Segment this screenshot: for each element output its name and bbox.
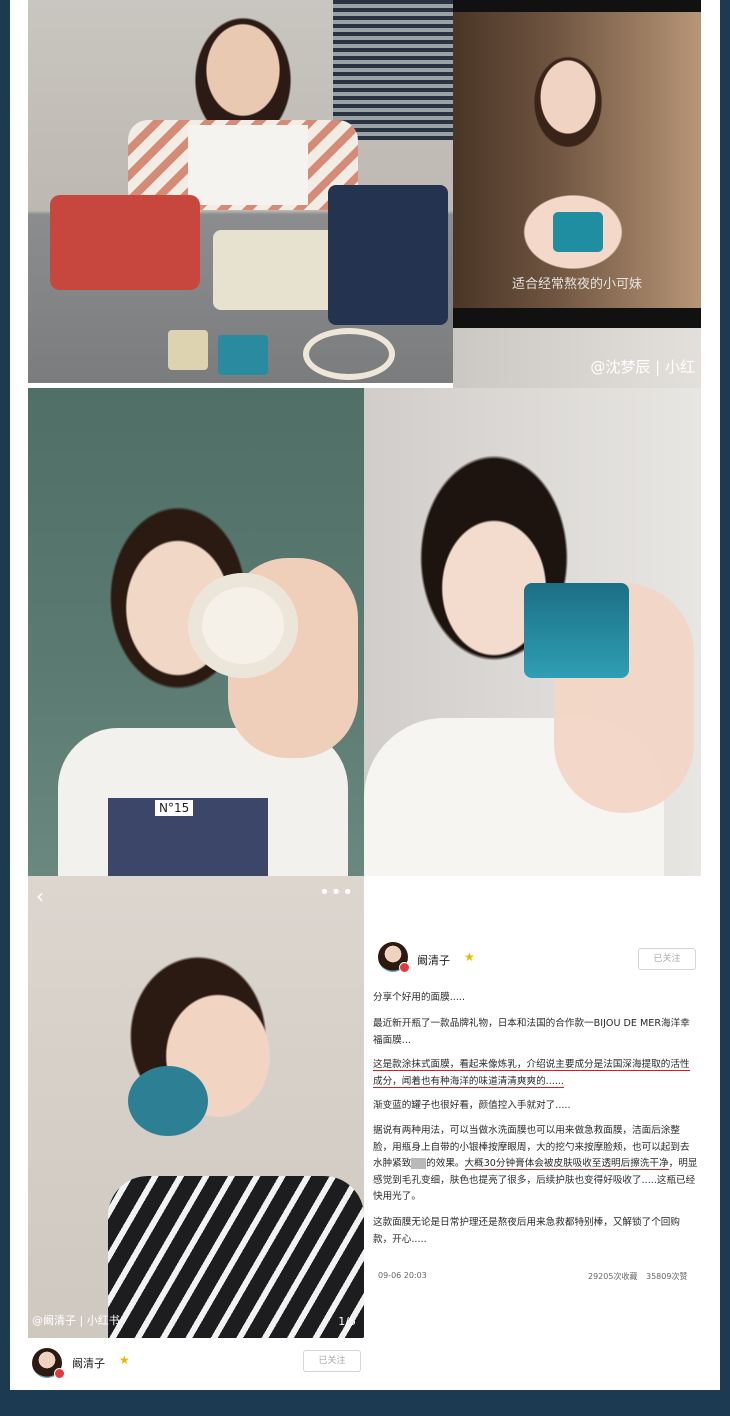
like-count[interactable]: 35809次赞 <box>646 1271 687 1282</box>
post-paragraph-3: 这是款涂抹式面膜，看起来像炼乳，介绍说主要成分是法国深海提取的活性成分，闻着也有… <box>373 1057 698 1090</box>
blurred-text: ▇▇ <box>411 1158 427 1169</box>
underlined-text: 这是款涂抹式面膜，看起来像炼乳，介绍说主要成分是法国深海提取的活性成分，闻着也有… <box>373 1059 690 1088</box>
post-date: 09-06 20:03 <box>378 1271 427 1280</box>
blue-mask-jar <box>524 583 629 678</box>
red-cosmetic-bag <box>50 195 200 290</box>
tshirt-print-text: N°15 <box>155 800 194 816</box>
white-ring-case <box>303 328 395 380</box>
post-text: 的效果。 <box>426 1158 465 1169</box>
photo-strip: @沈梦辰 | 小红 <box>453 328 701 388</box>
post-paragraph-1: 分享个好用的面膜..... <box>373 992 465 1003</box>
white-shirt <box>188 125 308 205</box>
back-chevron-icon[interactable]: ‹ <box>36 884 44 908</box>
photo-post-image: ‹ ••• @阚清子 | 小红书 1/5 <box>28 876 364 1338</box>
post-paragraph-4: 渐变蓝的罐子也很好看，颜值控入手就对了..... <box>373 1100 571 1111</box>
watermark: @沈梦辰 | 小红 <box>590 358 695 376</box>
author-name[interactable]: 阚清子 <box>417 952 450 968</box>
photo-background <box>453 12 701 308</box>
open-mask-jar <box>188 573 298 678</box>
post-paragraph-5: 据说有两种用法，可以当做水洗面膜也可以用来做急救面膜，洁面后涂整脸，用瓶身上自带… <box>373 1123 698 1206</box>
photo-girl-with-open-jar: N°15 <box>28 388 364 876</box>
window-blind <box>333 0 453 140</box>
image-page-indicator: 1/5 <box>338 1315 356 1328</box>
cream-jar <box>168 330 208 370</box>
verified-badge-icon <box>399 962 410 973</box>
star-badge-icon: ★ <box>119 1353 130 1367</box>
blue-mask-jar <box>553 212 603 252</box>
photo-video-screenshot: 适合经常熬夜的小可妹 <box>453 0 701 328</box>
blue-mask-jar <box>218 335 268 375</box>
striped-jacket <box>108 1176 364 1338</box>
watermark: @阚清子 | 小红书 <box>32 1314 120 1327</box>
collect-count[interactable]: 29205次收藏 <box>588 1271 637 1282</box>
video-caption: 适合经常熬夜的小可妹 <box>511 277 642 292</box>
follow-button[interactable]: 已关注 <box>303 1350 361 1372</box>
photo-actress-with-bags <box>28 0 453 383</box>
star-badge-icon: ★ <box>464 950 475 964</box>
more-options-icon[interactable]: ••• <box>319 882 354 903</box>
navy-cosmetic-bag <box>328 185 448 325</box>
post-paragraph-2: 最近新开瓶了一款品牌礼物，日本和法国的合作款一BIJOU DE MER海洋幸福面… <box>373 1018 690 1046</box>
post-paragraph-6: 这款面膜无论是日常护理还是熬夜后用来急救都特别棒，又解锁了个回购款，开心....… <box>373 1217 680 1245</box>
bottom-profile-bar: 阚清子 ★ 已关注 <box>28 1338 364 1386</box>
verified-badge-icon <box>54 1368 65 1379</box>
photo-girl-with-blue-jar <box>364 388 701 876</box>
underlined-text: 大概30分钟膏体会被皮肤吸收至透明后擦洗干净 <box>464 1158 669 1170</box>
blue-mask-jar <box>128 1066 208 1136</box>
post-panel: 阚清子 ★ 已关注 分享个好用的面膜..... 最近新开瓶了一款品牌礼物，日本和… <box>364 876 701 1338</box>
follow-button[interactable]: 已关注 <box>638 948 696 970</box>
author-name[interactable]: 阚清子 <box>72 1355 105 1371</box>
collage-frame: 适合经常熬夜的小可妹 @沈梦辰 | 小红 N°15 ‹ ••• @阚清子 | 小… <box>10 0 720 1390</box>
